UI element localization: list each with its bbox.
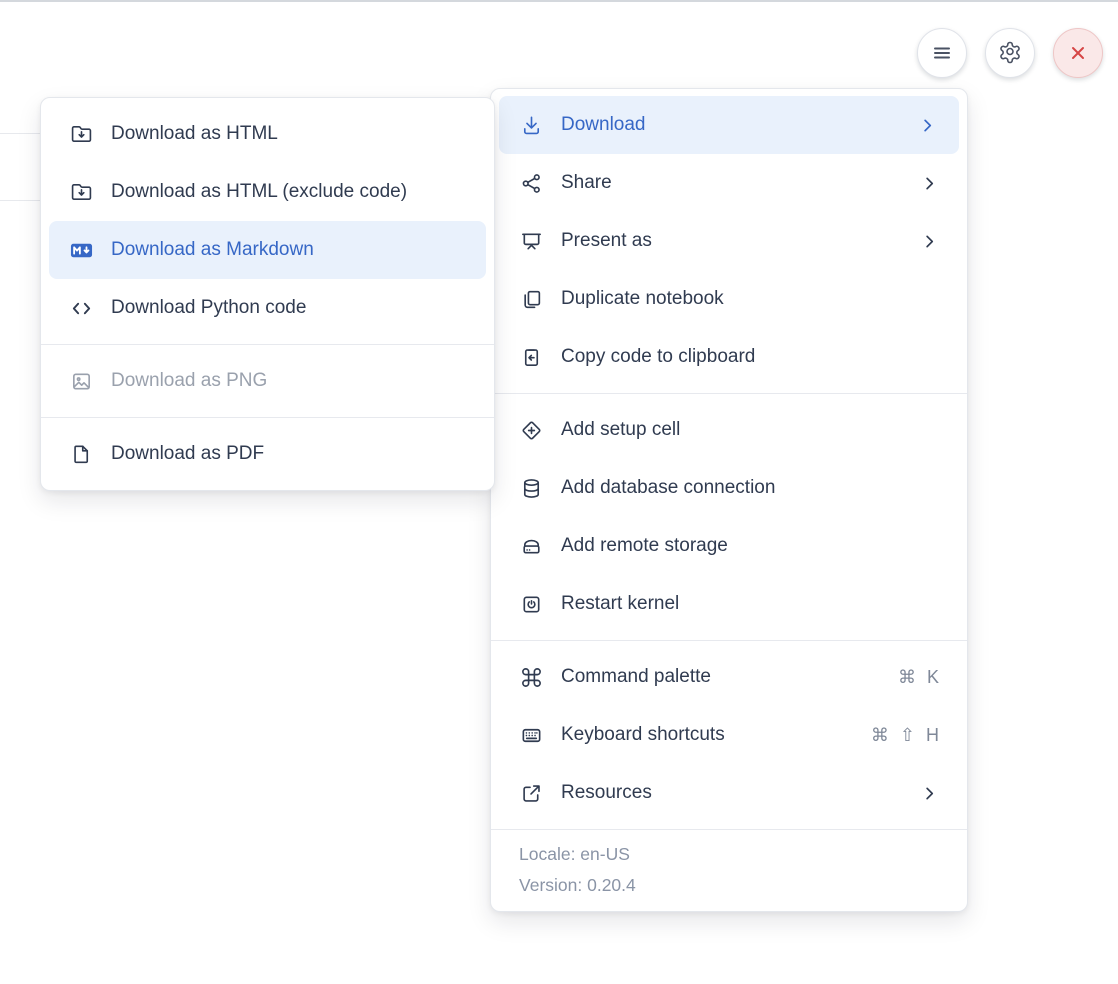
shortcut-hint: ⌘ ⇧ H — [871, 725, 939, 746]
menu-item-keyboard-shortcuts[interactable]: Keyboard shortcuts ⌘ ⇧ H — [491, 706, 967, 764]
menu-item-label: Restart kernel — [561, 593, 679, 615]
menu-item-restart-kernel[interactable]: Restart kernel — [491, 575, 967, 633]
menu-button[interactable] — [917, 28, 967, 78]
menu-item-resources[interactable]: Resources — [491, 764, 967, 822]
menu-group: Download as HTML Download as HTML (exclud… — [41, 98, 494, 344]
menu-item-label: Command palette — [561, 666, 711, 688]
notebook-menu: Download Share Present as Duplicate noteboo… — [490, 88, 968, 912]
database-icon — [519, 476, 544, 501]
locale-text: Locale: en-US — [491, 839, 967, 870]
external-link-icon — [519, 781, 544, 806]
duplicate-icon — [519, 287, 544, 312]
page-top-border — [0, 0, 1118, 2]
page-edge-line — [0, 133, 41, 134]
menu-item-label: Download — [561, 114, 646, 136]
menu-item-label: Copy code to clipboard — [561, 346, 755, 368]
menu-group: Download Share Present as Duplicate noteboo… — [491, 89, 967, 393]
chevron-right-icon — [920, 232, 939, 251]
menu-item-download-python-code[interactable]: Download Python code — [41, 279, 494, 337]
hard-drive-icon — [519, 534, 544, 559]
menu-item-download[interactable]: Download — [499, 96, 959, 154]
chevron-right-icon — [918, 116, 937, 135]
menu-footer: Locale: en-USVersion: 0.20.4 — [491, 829, 967, 911]
menu-item-label: Share — [561, 172, 612, 194]
menu-item-label: Add remote storage — [561, 535, 728, 557]
menu-item-label: Keyboard shortcuts — [561, 724, 725, 746]
menu-item-label: Add database connection — [561, 477, 775, 499]
menu-group: Download as PDF — [41, 417, 494, 490]
menu-item-download-as-pdf[interactable]: Download as PDF — [41, 425, 494, 483]
menu-group: Add setup cell Add database connection Add… — [491, 393, 967, 640]
shortcut-hint: ⌘ K — [898, 667, 939, 688]
clipboard-copy-icon — [519, 345, 544, 370]
hamburger-icon — [930, 41, 954, 65]
menu-item-add-setup-cell[interactable]: Add setup cell — [491, 401, 967, 459]
menu-item-share[interactable]: Share — [491, 154, 967, 212]
image-icon — [69, 369, 94, 394]
diamond-plus-icon — [519, 418, 544, 443]
keyboard-icon — [519, 723, 544, 748]
download-icon — [519, 113, 544, 138]
version-text: Version: 0.20.4 — [491, 870, 967, 901]
menu-item-duplicate-notebook[interactable]: Duplicate notebook — [491, 270, 967, 328]
menu-item-label: Download as PNG — [111, 370, 267, 392]
menu-item-command-palette[interactable]: Command palette ⌘ K — [491, 648, 967, 706]
chevron-right-icon — [920, 174, 939, 193]
close-button[interactable] — [1053, 28, 1103, 78]
menu-group: Download as PNG — [41, 344, 494, 417]
menu-item-download-as-html[interactable]: Download as HTML — [41, 105, 494, 163]
command-icon — [519, 665, 544, 690]
menu-item-label: Duplicate notebook — [561, 288, 724, 310]
settings-button[interactable] — [985, 28, 1035, 78]
close-icon — [1066, 41, 1090, 65]
menu-item-download-as-markdown[interactable]: Download as Markdown — [49, 221, 486, 279]
page-edge-line — [0, 200, 41, 201]
chevron-right-icon — [920, 784, 939, 803]
code-icon — [69, 296, 94, 321]
menu-item-label: Download as PDF — [111, 443, 264, 465]
folder-download-icon — [69, 180, 94, 205]
menu-item-label: Download as Markdown — [111, 239, 314, 261]
menu-item-copy-code-to-clipboard[interactable]: Copy code to clipboard — [491, 328, 967, 386]
menu-item-label: Download as HTML (exclude code) — [111, 181, 407, 203]
download-submenu: Download as HTML Download as HTML (exclud… — [40, 97, 495, 491]
menu-group: Command palette ⌘ K Keyboard shortcuts ⌘ ⇧ … — [491, 640, 967, 829]
menu-item-add-remote-storage[interactable]: Add remote storage — [491, 517, 967, 575]
menu-item-present-as[interactable]: Present as — [491, 212, 967, 270]
share-icon — [519, 171, 544, 196]
gear-icon — [998, 41, 1022, 65]
menu-item-label: Download as HTML — [111, 123, 278, 145]
menu-item-label: Resources — [561, 782, 652, 804]
markdown-icon — [69, 238, 94, 263]
menu-item-add-database-connection[interactable]: Add database connection — [491, 459, 967, 517]
menu-item-label: Add setup cell — [561, 419, 680, 441]
presentation-icon — [519, 229, 544, 254]
file-icon — [69, 442, 94, 467]
menu-item-download-as-html-exclude-code[interactable]: Download as HTML (exclude code) — [41, 163, 494, 221]
menu-item-download-as-png: Download as PNG — [41, 352, 494, 410]
menu-item-label: Download Python code — [111, 297, 306, 319]
power-icon — [519, 592, 544, 617]
menu-item-label: Present as — [561, 230, 652, 252]
folder-download-icon — [69, 122, 94, 147]
